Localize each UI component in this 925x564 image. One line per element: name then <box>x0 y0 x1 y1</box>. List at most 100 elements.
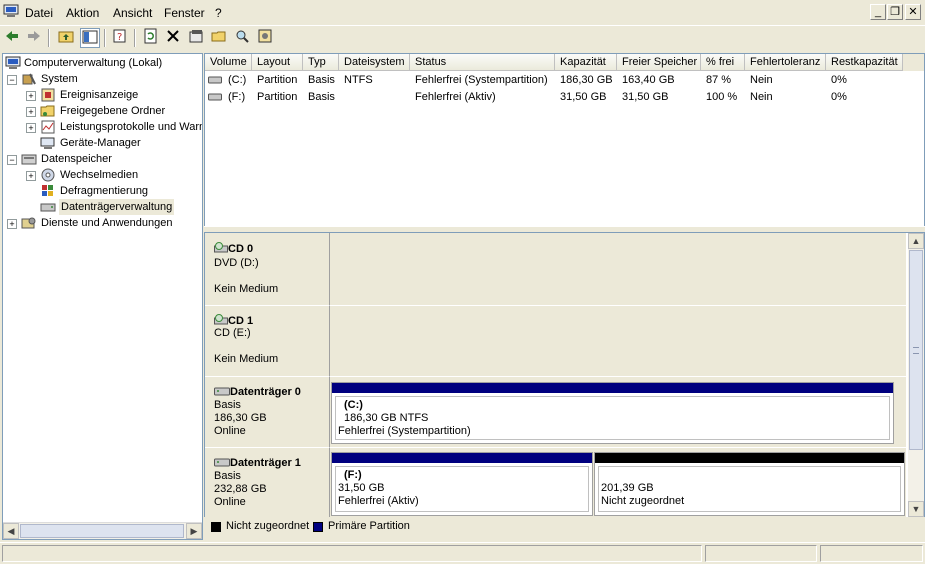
legend-swatch-primary <box>313 522 323 532</box>
expand-icon[interactable]: + <box>26 171 36 181</box>
properties-sheet-icon[interactable] <box>186 28 206 48</box>
cell-restkapazitaet: 0% <box>831 74 847 86</box>
column-restkapazitaet[interactable]: Restkapazität <box>826 54 903 71</box>
legend-label-unallocated: Nicht zugeordnet <box>226 520 310 532</box>
computer-icon <box>5 56 21 69</box>
partition-bar-unallocated <box>595 453 904 463</box>
menu-aktion[interactable]: Aktion <box>66 6 99 20</box>
device-manager-icon <box>40 137 55 149</box>
expand-icon[interactable]: + <box>26 91 36 101</box>
cd-drive-icon <box>214 242 228 253</box>
partition-status: Nicht zugeordnet <box>601 495 685 507</box>
menu-bar: Datei Aktion Ansicht Fenster ? _ ❐ ✕ <box>0 0 925 24</box>
disk-type: Basis <box>214 470 241 482</box>
cell-layout: Partition <box>257 74 298 86</box>
graphical-vertical-scrollbar[interactable]: ▲ ▼ <box>908 233 924 517</box>
menu-help[interactable]: ? <box>215 6 222 20</box>
table-row[interactable]: (F:) Partition Basis Fehlerfrei (Aktiv) … <box>205 89 924 105</box>
cell-restkapazitaet: 0% <box>831 91 847 103</box>
show-hide-tree-icon[interactable] <box>80 28 100 48</box>
restore-button[interactable]: ❐ <box>887 4 903 20</box>
scroll-thumb[interactable] <box>20 524 184 538</box>
scroll-up-icon[interactable]: ▲ <box>908 233 924 249</box>
column-volume[interactable]: Volume <box>205 54 252 71</box>
menu-datei[interactable]: Datei <box>25 6 53 20</box>
close-button[interactable]: ✕ <box>905 4 921 20</box>
expand-icon[interactable]: + <box>26 123 36 133</box>
column-typ[interactable]: Typ <box>303 54 339 71</box>
partition-size: 201,39 GB <box>601 482 654 494</box>
status-pane-main <box>2 545 702 562</box>
tools-icon <box>22 73 36 85</box>
table-row[interactable]: (C:) Partition Basis NTFS Fehlerfrei (Sy… <box>205 72 924 88</box>
column-status[interactable]: Status <box>410 54 555 71</box>
scroll-left-icon[interactable]: ◀ <box>3 523 19 539</box>
back-arrow-icon[interactable] <box>2 28 22 48</box>
tree-label: Geräte-Manager <box>60 137 141 149</box>
column-freier-speicher[interactable]: Freier Speicher <box>617 54 701 71</box>
svg-text:?: ? <box>117 32 122 43</box>
cell-prozent-frei: 100 % <box>706 91 738 103</box>
partition-size: 31,50 GB <box>338 482 385 494</box>
event-viewer-icon <box>41 88 55 102</box>
scroll-down-icon[interactable]: ▼ <box>908 501 924 517</box>
disk-area-disk0: (C:) 186,30 GB NTFS Fehlerfrei (Systempa… <box>330 377 906 448</box>
column-dateisystem[interactable]: Dateisystem <box>339 54 410 71</box>
tree-label: Wechselmedien <box>60 169 139 181</box>
collapse-icon[interactable]: − <box>7 155 17 165</box>
toolbar: ? <box>0 25 925 51</box>
search-disk-icon[interactable] <box>232 28 252 48</box>
minimize-button[interactable]: _ <box>870 4 886 20</box>
expand-icon[interactable]: + <box>26 107 36 117</box>
forward-arrow-icon[interactable] <box>24 28 44 48</box>
delete-icon[interactable] <box>163 28 183 48</box>
tree-label: Defragmentierung <box>60 185 149 197</box>
partition-body: (C:) 186,30 GB NTFS Fehlerfrei (Systempa… <box>335 396 890 440</box>
column-kapazitaet[interactable]: Kapazität <box>555 54 617 71</box>
cell-kapazitaet: 31,50 GB <box>560 91 607 103</box>
expand-icon[interactable]: + <box>7 219 17 229</box>
disk-label-disk0[interactable]: Datenträger 0 Basis 186,30 GB Online <box>205 377 330 448</box>
partition-unallocated[interactable]: 201,39 GB Nicht zugeordnet <box>594 452 905 516</box>
partition-f[interactable]: (F:) 31,50 GB Fehlerfrei (Aktiv) <box>331 452 593 516</box>
scroll-thumb[interactable] <box>909 250 923 450</box>
menu-ansicht[interactable]: Ansicht <box>113 6 152 20</box>
partition-bar-primary <box>332 383 893 393</box>
disk-type: DVD (D:) <box>214 257 259 269</box>
menu-fenster[interactable]: Fenster <box>164 6 205 20</box>
properties-icon[interactable]: ? <box>110 28 130 48</box>
partition-c[interactable]: (C:) 186,30 GB NTFS Fehlerfrei (Systempa… <box>331 382 894 444</box>
partition-body: (F:) 31,50 GB Fehlerfrei (Aktiv) <box>335 466 589 512</box>
disk-status: Kein Medium <box>214 353 279 365</box>
disk-area-disk1: (F:) 31,50 GB Fehlerfrei (Aktiv) 201,39 … <box>330 448 906 517</box>
tree-label: Datenspeicher <box>41 153 112 165</box>
defrag-icon <box>42 185 53 196</box>
tree-horizontal-scrollbar[interactable]: ◀ ▶ <box>3 522 202 539</box>
disk-size: 232,88 GB <box>214 483 267 495</box>
tree-label: Dienste und Anwendungen <box>41 217 173 229</box>
disk-status: Online <box>214 496 246 508</box>
disk-graphical-view: CD 0 DVD (D:) Kein Medium CD 1 CD (E:) K… <box>204 232 925 518</box>
computer-management-icon[interactable] <box>3 4 19 18</box>
column-prozent-frei[interactable]: % frei <box>701 54 745 71</box>
legend-swatch-unallocated <box>211 522 221 532</box>
disk-label-cd1[interactable]: CD 1 CD (E:) Kein Medium <box>205 306 330 377</box>
settings-icon[interactable] <box>255 28 275 48</box>
status-pane-3 <box>820 545 923 562</box>
disk-type: CD (E:) <box>214 327 251 339</box>
column-layout[interactable]: Layout <box>252 54 303 71</box>
disk-label-cd0[interactable]: CD 0 DVD (D:) Kein Medium <box>205 233 330 306</box>
disk-management-icon <box>40 203 56 212</box>
column-fehlertoleranz[interactable]: Fehlertoleranz <box>745 54 826 71</box>
services-icon <box>21 217 36 229</box>
cd-drive-icon <box>214 314 228 325</box>
hard-disk-icon <box>214 458 230 467</box>
disk-label-disk1[interactable]: Datenträger 1 Basis 232,88 GB Online <box>205 448 330 517</box>
refresh-icon[interactable] <box>141 28 161 48</box>
open-folder-icon[interactable] <box>209 28 229 48</box>
shared-folder-icon <box>40 105 55 117</box>
scroll-right-icon[interactable]: ▶ <box>186 523 202 539</box>
cell-dateisystem: NTFS <box>344 74 373 86</box>
up-folder-icon[interactable] <box>56 28 76 48</box>
collapse-icon[interactable]: − <box>7 75 17 85</box>
